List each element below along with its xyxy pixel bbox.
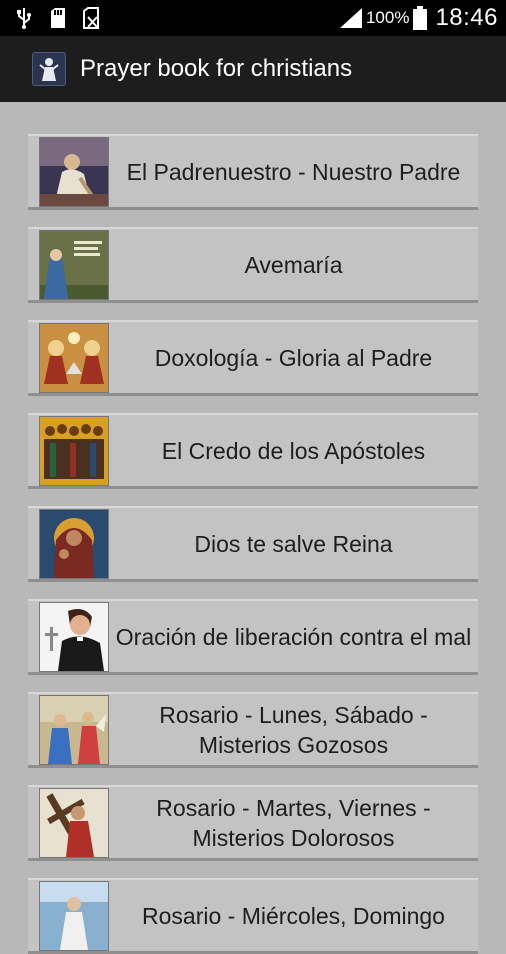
usb-icon (14, 7, 34, 29)
priest-cross-image (39, 601, 109, 672)
app-title: Prayer book for christians (80, 55, 353, 82)
madonna-icon-image (39, 508, 109, 579)
annunciation-image (39, 694, 109, 765)
list-item-gozosos[interactable]: Rosario - Lunes, Sábado - Misterios Gozo… (28, 692, 478, 768)
prayer-title: Rosario - Martes, Viernes - Misterios Do… (156, 794, 431, 851)
list-item-doxologia[interactable]: Doxología - Gloria al Padre (28, 320, 478, 396)
list-item-salve-reina[interactable]: Dios te salve Reina (28, 506, 478, 582)
holy-trinity-image (39, 322, 109, 393)
list-item-gloriosos[interactable]: Rosario - Miércoles, Domingo (28, 878, 478, 954)
prayer-title: Avemaría (244, 251, 343, 278)
prayer-title: Rosario - Lunes, Sábado - Misterios Gozo… (159, 701, 428, 758)
sd-card-icon (48, 7, 68, 29)
prayer-title: El Padrenuestro - Nuestro Padre (126, 158, 461, 185)
app-logo-icon[interactable] (32, 52, 66, 86)
apostles-icon-image (39, 415, 109, 486)
prayer-title: Doxología - Gloria al Padre (154, 344, 433, 371)
prayer-title: Oración de liberación contra el mal (115, 623, 472, 650)
action-bar: Prayer book for christians (0, 36, 506, 102)
prayer-title: Rosario - Miércoles, Domingo (142, 902, 445, 929)
jesus-praying-image (39, 136, 109, 207)
battery-percent: 100% (365, 8, 410, 27)
status-bar: 100% 18:46 (0, 0, 506, 36)
list-item-liberacion[interactable]: Oración de liberación contra el mal (28, 599, 478, 675)
list-item-avemaria[interactable]: Avemaría (28, 227, 478, 303)
jesus-carrying-cross-image (39, 787, 109, 858)
list-item-credo[interactable]: El Credo de los Apóstoles (28, 413, 478, 489)
virgin-mary-image (39, 229, 109, 300)
prayer-list[interactable]: El Padrenuestro - Nuestro Padre Avemaría (0, 102, 506, 954)
sim-disabled-icon (82, 7, 102, 29)
clock: 18:46 (435, 4, 498, 31)
list-item-dolorosos[interactable]: Rosario - Martes, Viernes - Misterios Do… (28, 785, 478, 861)
list-item-padrenuestro[interactable]: El Padrenuestro - Nuestro Padre (28, 134, 478, 210)
glorious-mysteries-image (39, 880, 109, 951)
prayer-title: Dios te salve Reina (194, 530, 393, 557)
battery-icon (413, 6, 428, 30)
prayer-title: El Credo de los Apóstoles (161, 437, 426, 464)
signal-icon (338, 7, 364, 29)
